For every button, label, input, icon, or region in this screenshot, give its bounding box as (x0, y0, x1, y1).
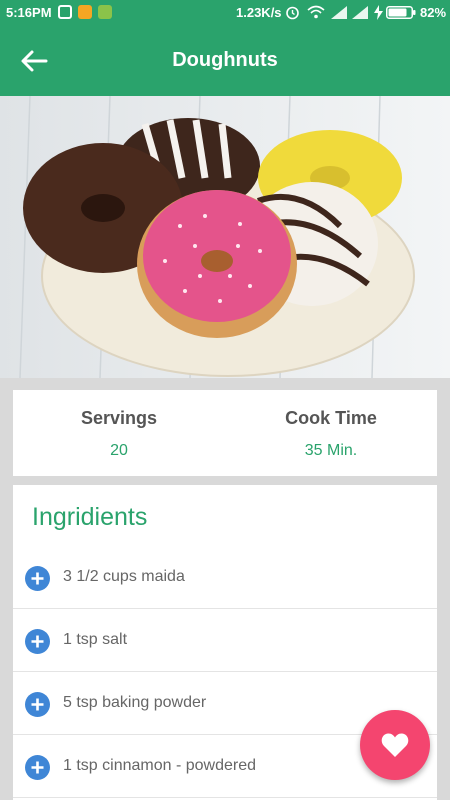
charging-icon (374, 5, 383, 20)
servings-label: Servings (80, 408, 158, 428)
notification-app-icon (78, 5, 92, 19)
arrow-left-icon[interactable] (18, 47, 50, 75)
vpn-icon (58, 5, 72, 19)
status-bar: 5:16PM 1.23K/s 82% (0, 0, 450, 25)
network-speed: 1.23K/s (236, 5, 282, 20)
recipe-image (0, 96, 450, 378)
servings-value: 20 (110, 442, 128, 459)
signal-icon (352, 6, 368, 19)
wifi-icon (307, 5, 325, 19)
recipe-info-card: Servings 20 Cook Time 35 Min. (13, 390, 437, 476)
plus-circle-icon[interactable] (25, 692, 50, 717)
heart-icon (381, 733, 409, 757)
ingredient-item[interactable]: 3 1/2 cups maida (13, 546, 437, 609)
signal-icon (331, 6, 347, 19)
ingredients-title: Ingridients (32, 503, 148, 531)
plus-circle-icon[interactable] (25, 566, 50, 591)
battery-icon (386, 6, 416, 19)
cook-time-value: 35 Min. (304, 442, 358, 459)
android-icon (98, 5, 112, 19)
ingredient-text: 3 1/2 cups maida (63, 568, 185, 585)
favorite-button[interactable] (360, 710, 430, 780)
plus-circle-icon[interactable] (25, 629, 50, 654)
page-title: Doughnuts (172, 49, 278, 71)
ingredient-item[interactable]: 1 tsp salt (13, 609, 437, 672)
ingredient-text: 1 tsp cinnamon - powdered (63, 757, 256, 774)
battery-percentage: 82% (420, 5, 447, 20)
cook-time-label: Cook Time (285, 408, 377, 428)
app-bar: Doughnuts (0, 25, 450, 96)
alarm-icon (286, 6, 299, 20)
doughnuts-photo (0, 96, 450, 378)
cook-time-block: Cook Time 35 Min. (225, 390, 437, 476)
plus-circle-icon[interactable] (25, 755, 50, 780)
ingredient-text: 1 tsp salt (63, 631, 128, 648)
servings-block: Servings 20 (13, 390, 225, 476)
ingredient-text: 5 tsp baking powder (63, 694, 207, 711)
status-time: 5:16PM (6, 5, 52, 20)
